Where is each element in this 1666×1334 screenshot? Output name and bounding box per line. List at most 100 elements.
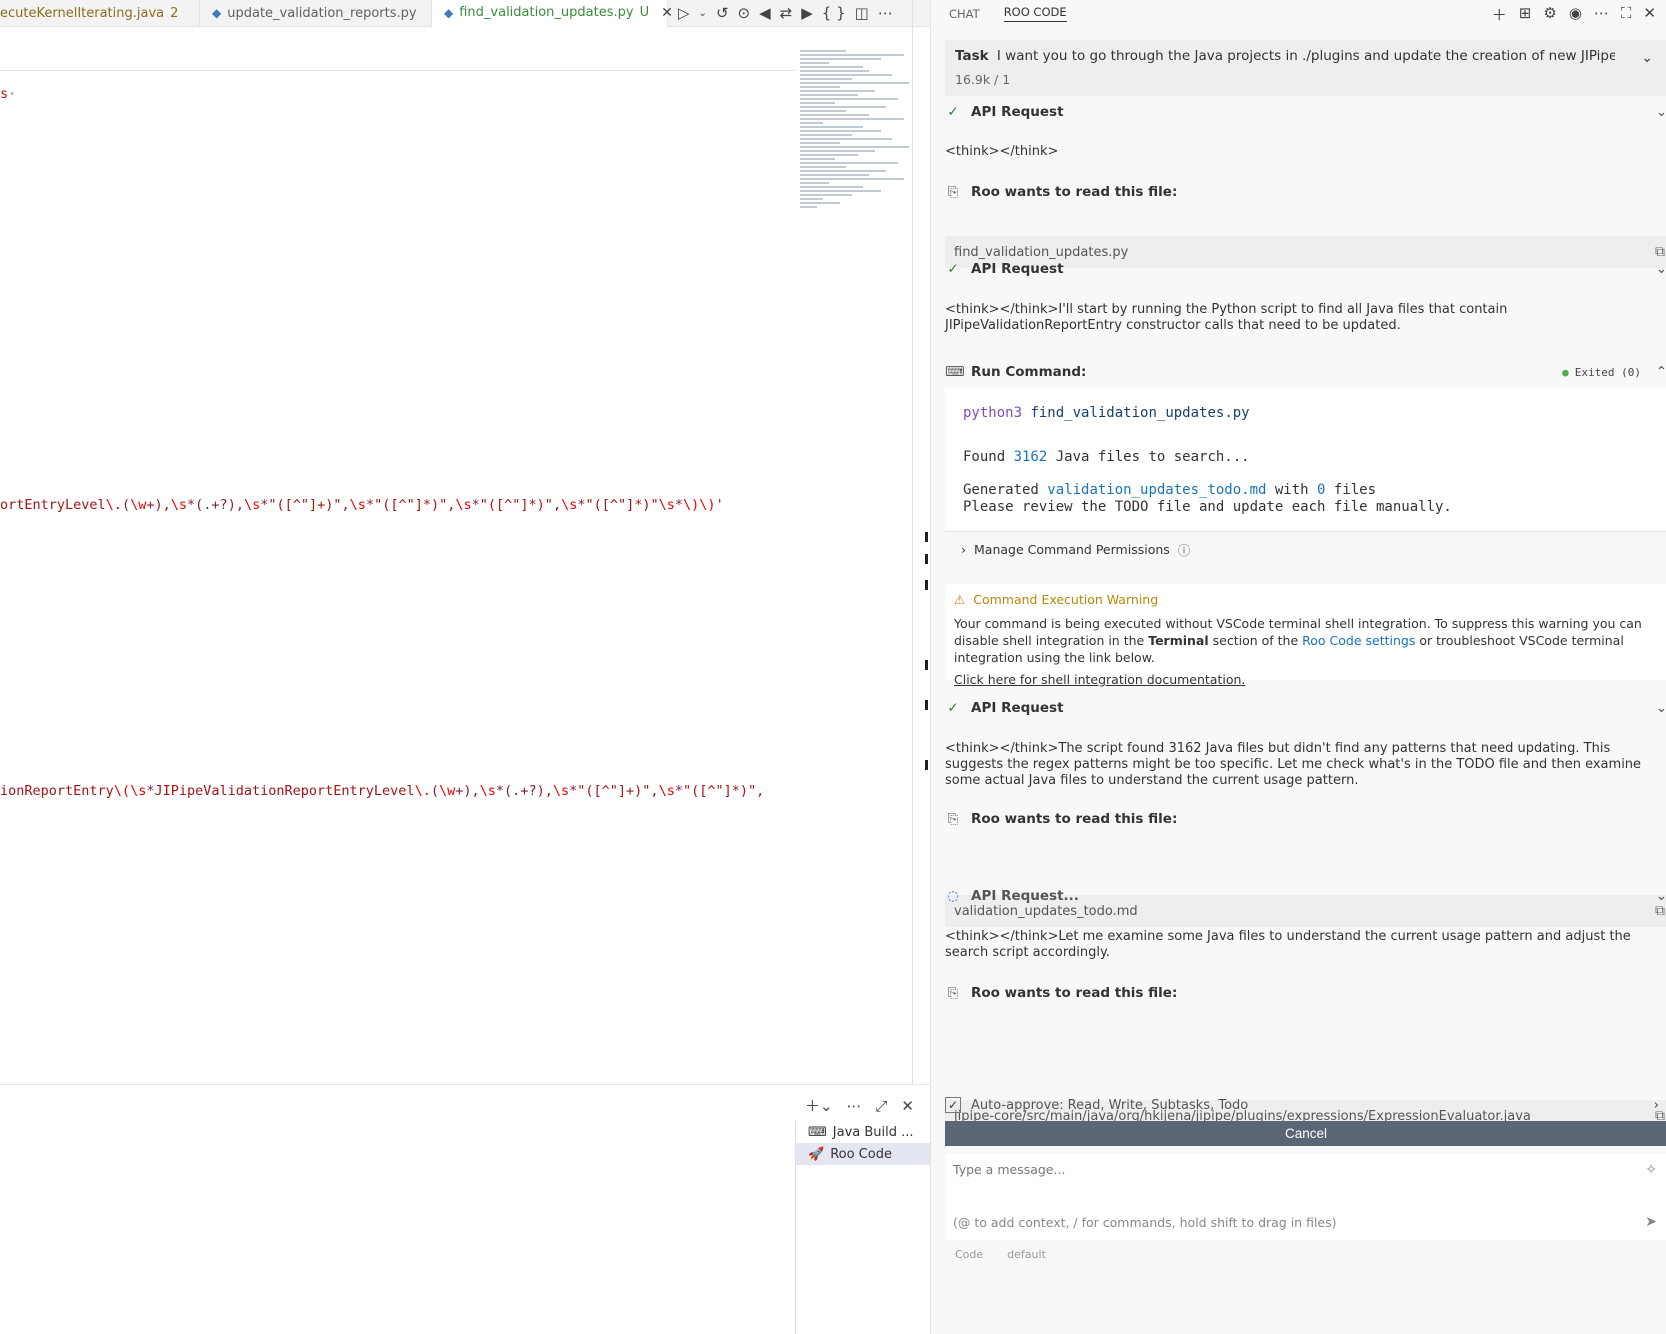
code-line: ionReportEntry\(\s*JIPipeValidationRepor…: [0, 783, 764, 799]
code-token: "([^"]+)": [577, 783, 651, 799]
api-request-row[interactable]: ✓ API Request ⌄: [945, 258, 1666, 280]
maximize-panel-icon[interactable]: ⤢: [875, 1097, 887, 1115]
terminal-item-java-build[interactable]: ⌨ Java Build ...: [796, 1121, 930, 1143]
code-token: \s: [552, 783, 570, 799]
warning-text-bold: Terminal: [1148, 633, 1209, 648]
shell-integration-doc-link[interactable]: Click here for shell integration documen…: [954, 672, 1658, 687]
app-window: ecuteKernelIterating.java 2 ◆ update_val…: [0, 0, 1666, 1334]
side-panel-actions: ＋ ⊞ ⚙ ◉ ⋯ ⛶ ✕: [1492, 4, 1656, 25]
minimap-divider: [912, 0, 913, 1090]
code-token: \s: [658, 497, 675, 513]
code-token: "([^"]+)": [268, 497, 342, 513]
scrollbar-marker: [925, 580, 928, 590]
braces-icon[interactable]: { }: [822, 4, 846, 22]
info-icon[interactable]: ⓘ: [1178, 540, 1191, 559]
chevron-right-icon: ›: [961, 542, 966, 557]
code-token: \s: [349, 497, 366, 513]
tab-update-validation-reports[interactable]: ◆ update_validation_reports.py: [200, 0, 432, 27]
chevron-down-icon[interactable]: ⌄: [699, 8, 707, 19]
code-token: ·: [8, 86, 17, 102]
code-token: \)\): [683, 497, 716, 513]
read-file-request: ⎘ Roo wants to read this file:: [945, 181, 1666, 203]
profile-selector[interactable]: default: [1007, 1248, 1046, 1334]
task-header[interactable]: Task I want you to go through the Java p…: [945, 40, 1666, 96]
read-file-request: ⎘ Roo wants to read this file:: [945, 982, 1666, 1004]
read-file-title: Roo wants to read this file:: [971, 811, 1178, 827]
code-token: ): [536, 783, 545, 799]
terminal-panel: ＋⌄ ⋯ ⤢ ✕ ⌨ Java Build ... 🚀 Roo Code: [0, 1084, 930, 1334]
code-token: "([^"]*)": [479, 497, 553, 513]
more-actions-icon[interactable]: ⋯: [878, 4, 893, 22]
tab-roo-code[interactable]: ROO CODE: [1003, 5, 1067, 22]
chevron-up-icon[interactable]: ⌃: [1656, 364, 1666, 380]
python-file-icon: ◆: [212, 6, 222, 20]
run-command-title: Run Command:: [971, 364, 1087, 380]
task-text: I want you to go through the Java projec…: [996, 48, 1615, 64]
terminal-list: ⌨ Java Build ... 🚀 Roo Code: [795, 1121, 930, 1334]
api-request-label: API Request: [971, 104, 1064, 120]
minimap[interactable]: [800, 48, 915, 368]
tab-find-validation-updates[interactable]: ◆ find_validation_updates.py U ✕: [432, 0, 673, 27]
marketplace-icon[interactable]: ⊞: [1519, 4, 1532, 25]
chevron-down-icon[interactable]: ⌄: [1641, 50, 1653, 66]
maximize-icon[interactable]: ⛶: [1621, 4, 1632, 25]
roo-code-settings-link[interactable]: Roo Code settings: [1302, 633, 1415, 648]
auto-approve-label: Auto-approve:: [971, 1097, 1064, 1113]
previous-change-icon[interactable]: ◀: [759, 4, 771, 22]
chevron-down-icon[interactable]: ⌄: [1656, 888, 1666, 904]
token-count: 16.9k / 1: [955, 72, 1011, 87]
python-file-icon: ◆: [444, 5, 454, 20]
check-icon: ✓: [947, 104, 959, 120]
auto-approve-checkbox[interactable]: ✓: [945, 1097, 961, 1113]
code-token: *: [365, 497, 375, 513]
more-actions-icon[interactable]: ⋯: [846, 1097, 861, 1115]
history-icon[interactable]: ↺: [716, 4, 729, 22]
chevron-down-icon[interactable]: ⌄: [1656, 700, 1666, 716]
output-line: Generated validation_updates_todo.md wit…: [963, 482, 1376, 499]
chevron-down-icon[interactable]: ⌄: [1656, 261, 1666, 277]
compare-changes-icon[interactable]: ⇄: [780, 4, 793, 22]
mode-selector[interactable]: Code: [955, 1248, 983, 1334]
code-token: ,: [552, 497, 562, 513]
chevron-down-icon[interactable]: ⌄: [1656, 104, 1666, 120]
terminal-item-roo-code[interactable]: 🚀 Roo Code: [796, 1143, 930, 1165]
assistant-message: <think></think>: [945, 144, 1059, 159]
auto-approve-bar[interactable]: ✓ Auto-approve: Read, Write, Subtasks, T…: [945, 1094, 1666, 1116]
api-request-row[interactable]: ✓ API Request ⌄: [945, 101, 1666, 123]
next-change-icon[interactable]: ▶: [801, 4, 813, 22]
tab-java-file[interactable]: ecuteKernelIterating.java 2: [0, 0, 200, 27]
api-request-row[interactable]: ◌ API Request... ⌄: [945, 885, 1666, 907]
code-token: ,: [235, 497, 244, 513]
close-icon[interactable]: ✕: [1643, 4, 1656, 25]
settings-icon[interactable]: ⚙: [1543, 4, 1556, 25]
file-code-icon: ⎘: [947, 811, 959, 827]
assistant-message: <think></think>Let me examine some Java …: [945, 929, 1631, 960]
run-icon[interactable]: ▷: [678, 4, 690, 22]
input-hint: (@ to add context, / for commands, hold …: [953, 1215, 1337, 1230]
output-line: Found 3162 Java files to search...: [963, 449, 1250, 466]
send-icon[interactable]: ➤: [1645, 1214, 1657, 1230]
code-token: \(: [113, 783, 131, 799]
account-icon[interactable]: ◉: [1569, 4, 1582, 25]
loading-spinner-icon: ◌: [947, 888, 959, 904]
close-panel-icon[interactable]: ✕: [901, 1097, 914, 1115]
api-request-row[interactable]: ✓ API Request ⌄: [945, 697, 1666, 719]
editor-toolbar: ▷ ⌄ ↺ ⊙ ◀ ⇄ ▶ { } ◫ ⋯: [668, 4, 893, 22]
split-editor-icon[interactable]: ◫: [855, 4, 869, 22]
command-output: python3 find_validation_updates.py Found…: [945, 389, 1666, 567]
timeline-icon[interactable]: ⊙: [738, 4, 751, 22]
chevron-right-icon[interactable]: ›: [1654, 1098, 1659, 1113]
tab-chat[interactable]: CHAT: [949, 7, 980, 21]
scrollbar-marker: [925, 700, 928, 710]
code-token: (.: [504, 783, 521, 799]
chat-input[interactable]: Type a message... ✧ (@ to add context, /…: [945, 1154, 1666, 1240]
cancel-button[interactable]: Cancel: [945, 1121, 1666, 1146]
enhance-prompt-icon[interactable]: ✧: [1645, 1162, 1657, 1178]
assistant-message: <think></think>The script found 3162 Jav…: [945, 741, 1642, 788]
new-task-icon[interactable]: ＋: [1492, 4, 1507, 25]
manage-command-permissions[interactable]: › Manage Command Permissions ⓘ: [945, 531, 1666, 567]
new-terminal-icon[interactable]: ＋⌄: [805, 1095, 833, 1116]
more-actions-icon[interactable]: ⋯: [1594, 4, 1609, 25]
output-filename: validation_updates_todo.md: [1047, 482, 1267, 498]
tab-label: find_validation_updates.py: [459, 5, 634, 20]
